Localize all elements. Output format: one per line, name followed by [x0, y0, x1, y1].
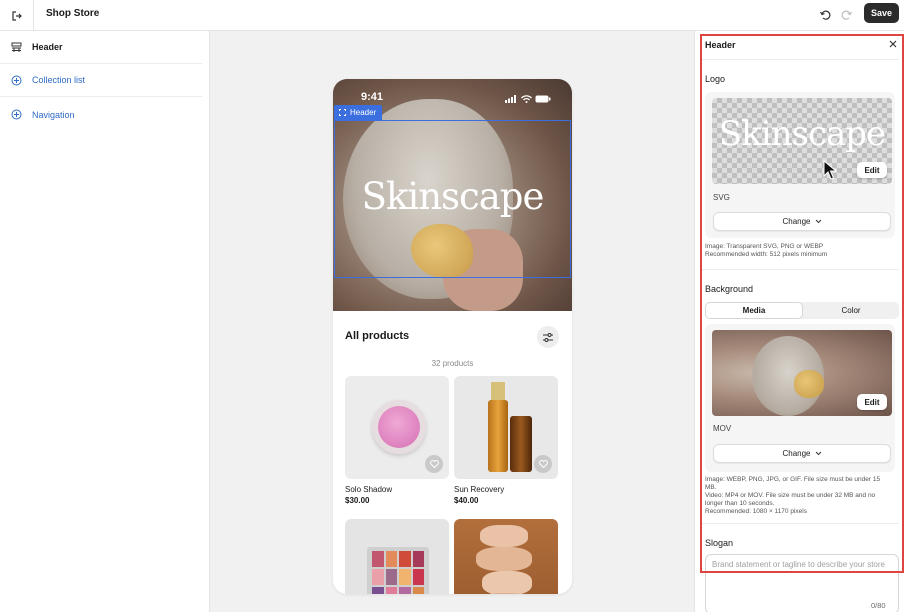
sliders-icon: [543, 332, 553, 342]
filter-button[interactable]: [537, 326, 559, 348]
background-help-text: Image: WEBP, PNG, JPG, or GIF. File size…: [705, 476, 881, 515]
undo-icon: [819, 10, 831, 20]
product-image: [345, 376, 449, 479]
wifi-icon: [520, 94, 532, 103]
store-title: Shop Store: [46, 8, 100, 19]
logo-section-label: Logo: [705, 74, 726, 84]
slogan-input[interactable]: Brand statement or tagline to describe y…: [705, 554, 899, 612]
product-name: Solo Shadow: [345, 485, 393, 494]
section-sidebar: Header Collection list Navigation: [0, 31, 210, 612]
background-preview[interactable]: Edit: [712, 330, 892, 416]
slogan-section-label: Slogan: [705, 538, 734, 548]
sidebar-item-collection-list[interactable]: Collection list: [0, 64, 202, 97]
close-icon: [889, 40, 897, 48]
product-card[interactable]: [454, 519, 558, 594]
product-image: [454, 519, 558, 594]
slogan-char-counter: 0/80: [871, 601, 886, 610]
exit-icon: [11, 10, 22, 21]
chevron-down-icon: [815, 219, 821, 224]
heart-icon: [429, 460, 439, 468]
product-image: [345, 519, 449, 594]
product-card[interactable]: Sun Recovery $40.00: [454, 376, 558, 505]
selection-tag: Header: [334, 105, 383, 120]
logo-wordmark: Skinscape: [718, 114, 886, 154]
product-image: [454, 376, 558, 479]
logo-preview[interactable]: Skinscape Edit: [712, 98, 892, 184]
wishlist-button[interactable]: [425, 455, 443, 473]
divider: [701, 269, 899, 270]
products-title: All products: [345, 330, 410, 342]
sidebar-item-label: Navigation: [32, 109, 75, 120]
divider: [701, 59, 899, 60]
logo-edit-button[interactable]: Edit: [857, 162, 887, 178]
header-preview[interactable]: 9:41 Skinscape Header: [333, 79, 572, 311]
top-bar: Shop Store Save: [0, 0, 904, 31]
product-price: $40.00: [454, 496, 479, 505]
background-file-type: MOV: [713, 424, 732, 433]
product-price: $30.00: [345, 496, 370, 505]
close-button[interactable]: [887, 38, 899, 50]
sidebar-item-header[interactable]: Header: [0, 31, 202, 64]
sidebar-item-label: Header: [32, 42, 63, 52]
heart-icon: [538, 460, 548, 468]
redo-icon: [841, 10, 853, 20]
tab-color[interactable]: Color: [803, 302, 899, 319]
exit-button[interactable]: [0, 0, 34, 31]
mouse-cursor-icon: [823, 160, 837, 180]
chevron-down-icon: [815, 451, 821, 456]
selection-tag-label: Header: [350, 108, 377, 117]
background-section-label: Background: [705, 284, 754, 294]
logo-help-text: Image: Transparent SVG, PNG or WEBP Reco…: [705, 243, 828, 258]
settings-panel: Header Logo Skinscape Edit SVG Change Im…: [694, 31, 904, 612]
change-label: Change: [782, 449, 811, 458]
undo-button[interactable]: [816, 6, 834, 24]
panel-title: Header: [705, 40, 736, 50]
background-edit-button[interactable]: Edit: [857, 394, 887, 410]
sidebar-item-label: Collection list: [32, 75, 86, 85]
background-picker: Edit MOV Change: [705, 324, 895, 472]
logo-picker: Skinscape Edit SVG Change: [705, 92, 895, 238]
background-type-toggle: Media Color: [705, 302, 899, 319]
divider: [701, 523, 899, 524]
logo-change-button[interactable]: Change: [713, 212, 891, 231]
sidebar-item-navigation[interactable]: Navigation: [0, 98, 202, 131]
phone-preview: 9:41 Skinscape Header All products 32 pr…: [333, 79, 572, 594]
plus-circle-icon: [11, 75, 22, 86]
product-card[interactable]: Solo Shadow $30.00: [345, 376, 449, 505]
signal-icon: [505, 94, 516, 103]
select-corners-icon: [339, 109, 346, 116]
tab-media[interactable]: Media: [705, 302, 803, 319]
product-card[interactable]: [345, 519, 449, 594]
status-time: 9:41: [361, 91, 384, 103]
background-change-button[interactable]: Change: [713, 444, 891, 463]
product-name: Sun Recovery: [454, 485, 505, 494]
status-icons: [505, 93, 551, 103]
save-button[interactable]: Save: [864, 3, 899, 23]
plus-circle-icon: [11, 109, 22, 120]
change-label: Change: [782, 217, 811, 226]
wishlist-button[interactable]: [534, 455, 552, 473]
products-count: 32 products: [431, 359, 474, 368]
battery-icon: [535, 95, 551, 103]
logo-file-type: SVG: [713, 193, 730, 202]
header-layout-icon: [11, 42, 22, 53]
selection-outline: [334, 120, 571, 278]
redo-button[interactable]: [838, 6, 856, 24]
